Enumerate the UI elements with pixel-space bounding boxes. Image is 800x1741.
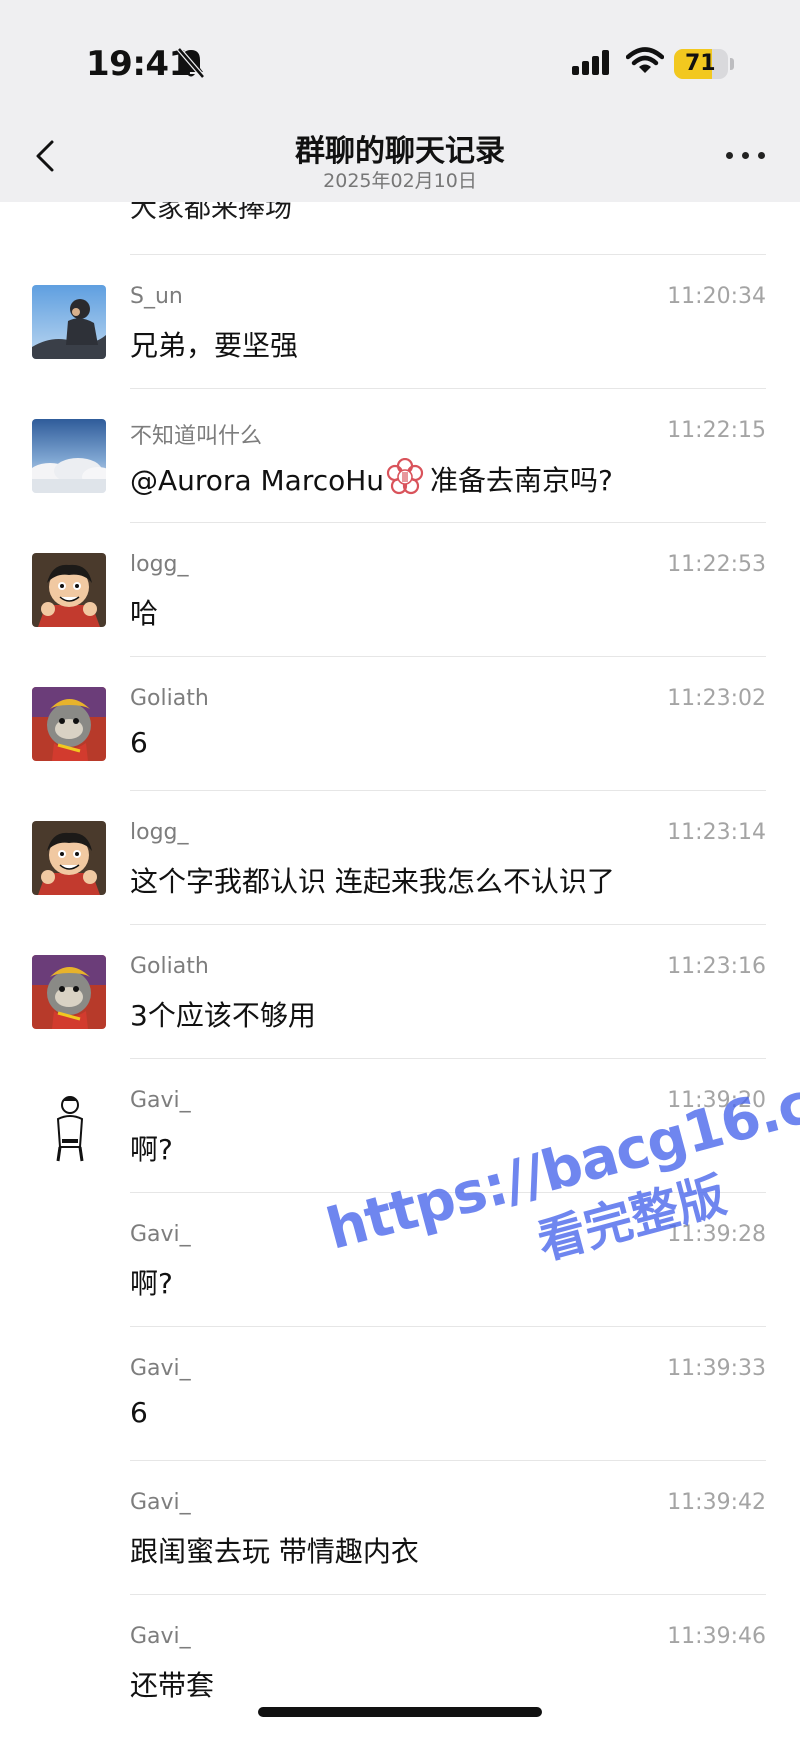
sender-name: Gavi_ bbox=[130, 1088, 191, 1113]
message-time: 11:22:15 bbox=[667, 418, 766, 443]
message-text: 还带套 bbox=[130, 1669, 215, 1702]
message-text: 啊? bbox=[130, 1267, 173, 1300]
page-date: 2025年02月10日 bbox=[323, 170, 477, 192]
sender-name: logg_ bbox=[130, 552, 189, 577]
more-button[interactable] bbox=[722, 144, 770, 168]
divider bbox=[130, 1594, 766, 1595]
message-row[interactable]: Gavi_ 11:39:42 跟闺蜜去玩 带情趣内衣 bbox=[0, 1460, 800, 1594]
message-text: 啊? bbox=[130, 1133, 173, 1166]
page-title: 群聊的聊天记录 bbox=[295, 134, 505, 169]
divider bbox=[130, 924, 766, 925]
battery-cap bbox=[730, 58, 734, 70]
avatar[interactable] bbox=[32, 553, 106, 627]
sender-name: 不知道叫什么 bbox=[130, 424, 263, 449]
message-text: 6 bbox=[130, 1396, 148, 1429]
divider bbox=[130, 254, 766, 255]
divider bbox=[130, 1460, 766, 1461]
avatar[interactable] bbox=[32, 821, 106, 895]
sender-name: Gavi_ bbox=[130, 1624, 191, 1649]
divider bbox=[130, 790, 766, 791]
divider bbox=[130, 656, 766, 657]
sender-name: Gavi_ bbox=[130, 1356, 191, 1381]
avatar[interactable] bbox=[32, 687, 106, 761]
message-row[interactable]: Goliath 11:23:02 6 bbox=[0, 656, 800, 790]
top-bar: 19:41 71 群聊的聊天记录 2025年02月10日 bbox=[0, 0, 800, 202]
message-time: 11:20:34 bbox=[667, 284, 766, 309]
message-time: 11:39:42 bbox=[667, 1490, 766, 1515]
wifi-icon bbox=[625, 46, 665, 80]
divider bbox=[130, 1058, 766, 1059]
sender-name: Gavi_ bbox=[130, 1222, 191, 1247]
home-indicator[interactable] bbox=[258, 1707, 542, 1717]
message-time: 11:23:02 bbox=[667, 686, 766, 711]
divider bbox=[130, 522, 766, 523]
message-time: 11:22:53 bbox=[667, 552, 766, 577]
message-text: 哈 bbox=[130, 597, 159, 630]
battery-icon: 71 bbox=[674, 49, 728, 79]
message-row[interactable]: S_un 11:20:34 兄弟，要坚强 bbox=[0, 254, 800, 388]
divider bbox=[130, 1326, 766, 1327]
message-text: 跟闺蜜去玩 带情趣内衣 bbox=[130, 1535, 419, 1568]
cellular-signal-icon bbox=[572, 50, 614, 80]
message-time: 11:23:14 bbox=[667, 820, 766, 845]
message-list[interactable]: 大家都来捧场 S_un 11:20:34 兄弟，要坚强 不知道叫什么 11:22… bbox=[0, 0, 800, 1741]
message-text: 6 bbox=[130, 726, 148, 759]
avatar[interactable] bbox=[32, 955, 106, 1029]
message-text: 3个应该不够用 bbox=[130, 999, 316, 1032]
sender-name: Gavi_ bbox=[130, 1490, 191, 1515]
bell-muted-icon bbox=[176, 46, 206, 80]
sender-name: Goliath bbox=[130, 954, 209, 979]
message-text: 这个字我都认识 连起来我怎么不认识了 bbox=[130, 865, 615, 898]
sender-name: logg_ bbox=[130, 820, 189, 845]
flower-emoji-icon bbox=[386, 457, 424, 503]
message-row[interactable]: logg_ 11:23:14 这个字我都认识 连起来我怎么不认识了 bbox=[0, 790, 800, 924]
avatar[interactable] bbox=[32, 285, 106, 359]
avatar[interactable] bbox=[32, 419, 106, 493]
sender-name: S_un bbox=[130, 284, 183, 309]
message-row[interactable]: logg_ 11:22:53 哈 bbox=[0, 522, 800, 656]
message-text: 兄弟，要坚强 bbox=[130, 329, 299, 362]
battery-percent: 71 bbox=[685, 51, 716, 76]
mention-text[interactable]: @Aurora MarcoHu bbox=[130, 464, 384, 497]
sender-name: Goliath bbox=[130, 686, 209, 711]
message-row[interactable]: Gavi_ 11:39:33 6 bbox=[0, 1326, 800, 1460]
message-text-rest: 准备去南京吗? bbox=[430, 464, 613, 497]
message-time: 11:39:33 bbox=[667, 1356, 766, 1381]
message-time: 11:23:16 bbox=[667, 954, 766, 979]
message-text: @Aurora MarcoHu 准备去南京吗? bbox=[130, 457, 613, 503]
message-row[interactable]: Goliath 11:23:16 3个应该不够用 bbox=[0, 924, 800, 1058]
message-row[interactable]: 不知道叫什么 11:22:15 @Aurora MarcoHu 准备去南京吗? bbox=[0, 388, 800, 522]
message-time: 11:39:46 bbox=[667, 1624, 766, 1649]
divider bbox=[130, 388, 766, 389]
avatar[interactable] bbox=[32, 1089, 106, 1163]
